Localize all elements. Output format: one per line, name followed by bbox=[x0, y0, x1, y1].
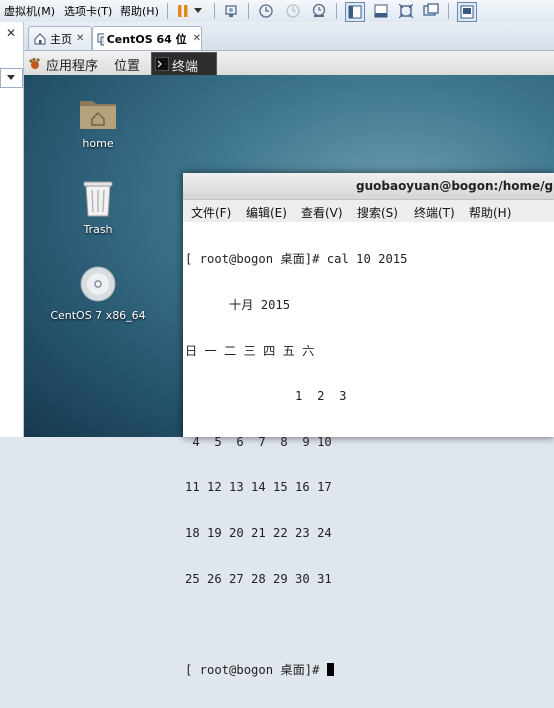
tab-home-label: 主页 bbox=[50, 32, 72, 46]
desktop-icon-home-label: home bbox=[82, 137, 114, 150]
toolbar-separator bbox=[214, 3, 215, 19]
menu-vm[interactable]: 虚拟机(M) bbox=[4, 3, 55, 19]
menu-applications[interactable]: 应用程序 bbox=[46, 55, 98, 74]
taskbar-terminal-button[interactable]: 终端 bbox=[151, 52, 217, 76]
console-view-icon[interactable] bbox=[372, 2, 390, 20]
library-view-icon[interactable] bbox=[345, 2, 365, 22]
tab-centos[interactable]: CentOS 64 位 ✕ bbox=[92, 26, 202, 50]
tab-bar: 主页 ✕ CentOS 64 位 ✕ bbox=[24, 22, 554, 51]
terminal-window[interactable]: guobaoyuan@bogon:/home/guob 文件(F) 编辑(E) … bbox=[183, 173, 554, 677]
library-search-dropdown[interactable] bbox=[0, 68, 23, 88]
terminal-menu-search[interactable]: 搜索(S) bbox=[357, 204, 398, 221]
toolbar-separator bbox=[248, 3, 249, 19]
desktop-icon-trash[interactable]: Trash bbox=[43, 178, 153, 236]
terminal-menubar: 文件(F) 编辑(E) 查看(V) 搜索(S) 终端(T) 帮助(H) bbox=[183, 200, 554, 222]
terminal-icon bbox=[155, 57, 169, 71]
trash-icon bbox=[83, 181, 113, 217]
dropdown-icon[interactable] bbox=[192, 2, 204, 20]
close-icon[interactable]: ✕ bbox=[76, 33, 84, 44]
terminal-line: 18 19 20 21 22 23 24 bbox=[185, 526, 332, 541]
vm-icon bbox=[97, 33, 104, 45]
tab-centos-label: CentOS 64 位 bbox=[106, 32, 187, 46]
dvd-icon bbox=[80, 266, 116, 302]
terminal-titlebar[interactable]: guobaoyuan@bogon:/home/guob bbox=[183, 173, 554, 200]
terminal-menu-edit[interactable]: 编辑(E) bbox=[246, 204, 287, 221]
terminal-line: 4 5 6 7 8 9 10 bbox=[185, 434, 332, 449]
close-icon[interactable]: ✕ bbox=[193, 33, 201, 44]
close-icon[interactable]: ✕ bbox=[6, 26, 16, 40]
toolbar-separator bbox=[167, 3, 168, 19]
unity-icon[interactable] bbox=[422, 2, 440, 20]
terminal-output[interactable]: [ root@bogon 桌面]# cal 10 2015 十月 2015 日 … bbox=[185, 222, 554, 676]
home-icon bbox=[34, 32, 46, 44]
desktop-icon-dvd-label: CentOS 7 x86_64 bbox=[50, 309, 146, 322]
terminal-menu-help[interactable]: 帮助(H) bbox=[469, 204, 511, 221]
folder-icon bbox=[80, 101, 116, 129]
terminal-menu-terminal[interactable]: 终端(T) bbox=[414, 204, 455, 221]
menu-tabs[interactable]: 选项卡(T) bbox=[64, 3, 112, 19]
tab-home[interactable]: 主页 ✕ bbox=[28, 26, 92, 50]
revert-snapshot-icon[interactable] bbox=[284, 2, 302, 20]
desktop-icon-home[interactable]: home bbox=[43, 95, 153, 150]
terminal-line: 十月 2015 bbox=[185, 298, 291, 313]
menu-help[interactable]: 帮助(H) bbox=[120, 3, 159, 19]
terminal-title: guobaoyuan@bogon:/home/guob bbox=[356, 179, 554, 193]
terminal-menu-view[interactable]: 查看(V) bbox=[301, 204, 343, 221]
send-keys-icon[interactable] bbox=[222, 2, 240, 20]
terminal-menu-file[interactable]: 文件(F) bbox=[191, 204, 231, 221]
manage-snapshots-icon[interactable] bbox=[310, 2, 328, 20]
terminal-prompt-line: [ root@bogon 桌面]# bbox=[185, 662, 554, 678]
library-panel: ✕ bbox=[0, 22, 24, 437]
menu-places[interactable]: 位置 bbox=[114, 55, 140, 74]
fullscreen-icon[interactable] bbox=[397, 2, 415, 20]
gnome-foot-icon[interactable] bbox=[28, 56, 42, 75]
pause-icon[interactable] bbox=[174, 2, 192, 20]
snapshot-icon[interactable] bbox=[257, 2, 275, 20]
terminal-prompt: [ root@bogon 桌面]# bbox=[185, 662, 327, 677]
terminal-line: 日 一 二 三 四 五 六 bbox=[185, 343, 315, 358]
gnome-top-panel: 应用程序 位置 终端 bbox=[24, 51, 554, 76]
terminal-line: [ root@bogon 桌面]# cal 10 2015 bbox=[185, 252, 408, 267]
terminal-cursor bbox=[326, 662, 334, 676]
vmware-menubar: 虚拟机(M) 选项卡(T) 帮助(H) bbox=[0, 0, 554, 23]
toolbar-separator bbox=[448, 3, 449, 19]
terminal-line: 25 26 27 28 29 30 31 bbox=[185, 571, 332, 586]
terminal-line: 11 12 13 14 15 16 17 bbox=[185, 480, 332, 495]
thumbnail-icon[interactable] bbox=[457, 2, 477, 22]
desktop-icon-dvd[interactable]: CentOS 7 x86_64 bbox=[43, 265, 153, 322]
toolbar-separator bbox=[336, 3, 337, 19]
taskbar-terminal-label: 终端 bbox=[172, 60, 199, 75]
desktop-icon-trash-label: Trash bbox=[83, 223, 113, 236]
terminal-line: 1 2 3 bbox=[185, 389, 347, 404]
